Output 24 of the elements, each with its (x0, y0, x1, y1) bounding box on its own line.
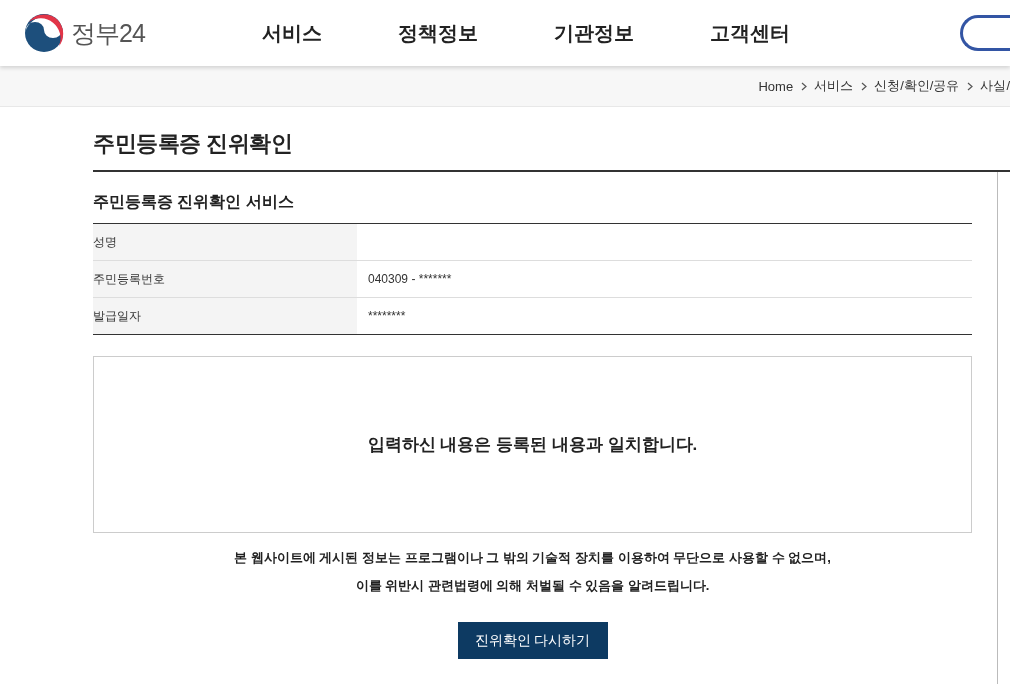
government-emblem-icon (23, 12, 65, 54)
breadcrumb-link[interactable]: 사실/ (980, 77, 1010, 95)
breadcrumb-link[interactable]: Home (758, 78, 794, 94)
notice-text: 본 웹사이트에 게시된 정보는 프로그램이나 그 밖의 기술적 장치를 이용하여 무단으로 사용할 수 없으며, (234, 549, 831, 567)
row-value-cell: ******** (357, 297, 972, 335)
site-logo-text: 정부24 (71, 17, 145, 49)
result-message: 입력하신 내용은 등록된 내용과 일치합니다. (367, 434, 698, 456)
row-label-cell: 성명 (93, 224, 357, 261)
chevron-right-icon (965, 81, 975, 91)
chevron-right-icon (859, 81, 869, 91)
row-label-cell: 주민등록번호 (93, 260, 357, 298)
row-value-cell: 040309 - ******* (357, 260, 972, 298)
nav-menu-link[interactable]: 고객센터 (710, 19, 790, 47)
row-label-cell: 발급일자 (93, 297, 357, 335)
breadcrumb-link[interactable]: 서비스 (814, 77, 854, 95)
nav-menu-link[interactable]: 서비스 (262, 19, 322, 47)
nav-menu-link[interactable]: 기관정보 (554, 19, 634, 47)
login-pill-outline[interactable] (960, 15, 1010, 51)
breadcrumb-link[interactable]: 신청/확인/공유 (874, 77, 960, 95)
notice-text: 이를 위반시 관련법령에 의해 처벌될 수 있음을 알려드립니다. (355, 577, 710, 595)
retry-verification-button[interactable]: 진위확인 다시하기 (457, 622, 608, 659)
page-title: 주민등록증 진위확인 (93, 107, 1010, 172)
chevron-right-icon (799, 81, 809, 91)
nav-menu-link[interactable]: 정책정보 (398, 19, 478, 47)
